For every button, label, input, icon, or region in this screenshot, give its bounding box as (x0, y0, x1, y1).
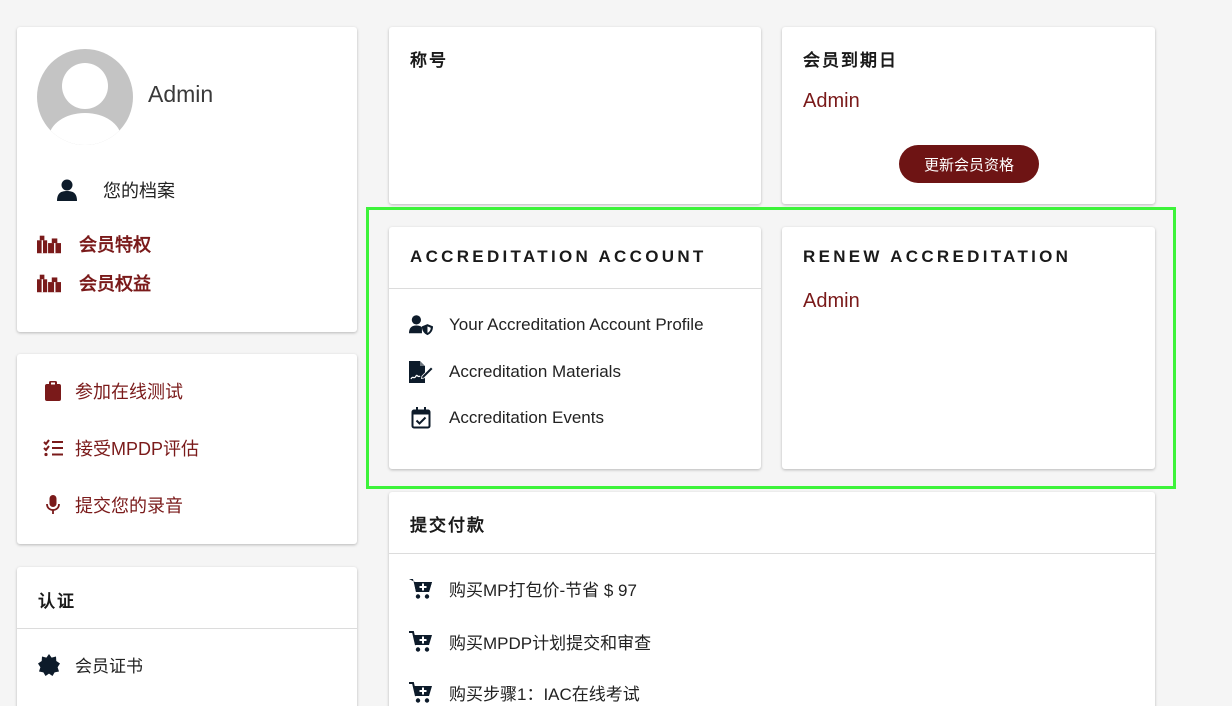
purchase-mpdp-link[interactable]: 购买MPDP计划提交和审查 (409, 629, 651, 654)
renew-accreditation-card: RENEW ACCREDITATION Admin (782, 227, 1155, 469)
accreditation-profile-label: Your Accreditation Account Profile (449, 315, 704, 334)
member-benefits-label: 会员权益 (79, 274, 151, 294)
checklist-icon (41, 436, 65, 460)
microphone-icon (41, 493, 65, 517)
divider (389, 553, 1155, 554)
renew-accreditation-value: Admin (803, 290, 860, 312)
certification-title: 认证 (38, 592, 76, 611)
online-test-label: 参加在线测试 (75, 382, 183, 402)
payment-title: 提交付款 (410, 516, 486, 535)
accreditation-events-link[interactable]: Accreditation Events (409, 406, 604, 430)
title-card-heading: 称号 (410, 51, 448, 70)
purchase-iac-exam-link[interactable]: 购买步骤1：IAC在线考试 (409, 680, 640, 705)
membership-expiry-value: Admin (803, 90, 860, 112)
accreditation-events-label: Accreditation Events (449, 408, 604, 427)
purchase-package-link[interactable]: 购买MP打包价-节省 $ 97 (409, 576, 637, 601)
member-privileges-label: 会员特权 (79, 235, 151, 255)
profile-link-label: 您的档案 (103, 181, 175, 201)
user-shield-icon (409, 313, 433, 337)
payment-card: 提交付款 购买MP打包价-节省 $ 97 购买MPDP计划提交和审查 购买步骤1… (389, 492, 1155, 706)
certification-card: 认证 会员证书 (17, 567, 357, 706)
certificate-icon (37, 653, 61, 677)
online-test-link[interactable]: 参加在线测试 (41, 378, 183, 404)
purchase-package-label: 购买MP打包价-节省 $ 97 (449, 581, 637, 600)
membership-expiry-card: 会员到期日 Admin 更新会员资格 (782, 27, 1155, 204)
cart-plus-icon (409, 577, 433, 601)
cart-plus-icon (409, 630, 433, 654)
file-signature-icon (409, 360, 433, 384)
submit-recording-link[interactable]: 提交您的录音 (41, 492, 183, 518)
purchase-iac-exam-label: 购买步骤1：IAC在线考试 (449, 685, 640, 704)
title-card: 称号 (389, 27, 761, 204)
renew-membership-button[interactable]: 更新会员资格 (899, 145, 1039, 183)
member-privileges-link[interactable]: 会员特权 (37, 231, 151, 257)
divider (389, 288, 761, 289)
clipboard-icon (41, 379, 65, 403)
member-benefits-link[interactable]: 会员权益 (37, 270, 151, 296)
accreditation-profile-link[interactable]: Your Accreditation Account Profile (409, 313, 704, 337)
calendar-check-icon (409, 406, 433, 430)
user-icon (55, 178, 79, 202)
divider (17, 628, 357, 629)
submit-recording-label: 提交您的录音 (75, 496, 183, 516)
accreditation-account-card: ACCREDITATION ACCOUNT Your Accreditation… (389, 227, 761, 469)
mpdp-assessment-link[interactable]: 接受MPDP评估 (41, 435, 199, 461)
avatar (37, 49, 133, 145)
actions-card: 参加在线测试 接受MPDP评估 提交您的录音 (17, 354, 357, 544)
renew-accreditation-title: RENEW ACCREDITATION (803, 247, 1072, 266)
gifts-icon (37, 271, 61, 295)
member-certificate-link[interactable]: 会员证书 (37, 652, 143, 677)
accreditation-materials-link[interactable]: Accreditation Materials (409, 360, 621, 384)
membership-expiry-title: 会员到期日 (803, 51, 898, 70)
accreditation-account-title: ACCREDITATION ACCOUNT (410, 247, 707, 266)
member-certificate-label: 会员证书 (75, 657, 143, 676)
user-name: Admin (148, 81, 214, 107)
purchase-mpdp-label: 购买MPDP计划提交和审查 (449, 634, 652, 653)
gifts-icon (37, 232, 61, 256)
profile-card: Admin 您的档案 会员特权 会员权益 (17, 27, 357, 332)
profile-link[interactable]: 您的档案 (55, 177, 175, 203)
mpdp-assessment-label: 接受MPDP评估 (75, 439, 200, 459)
accreditation-materials-label: Accreditation Materials (449, 362, 621, 381)
cart-plus-icon (409, 681, 433, 705)
